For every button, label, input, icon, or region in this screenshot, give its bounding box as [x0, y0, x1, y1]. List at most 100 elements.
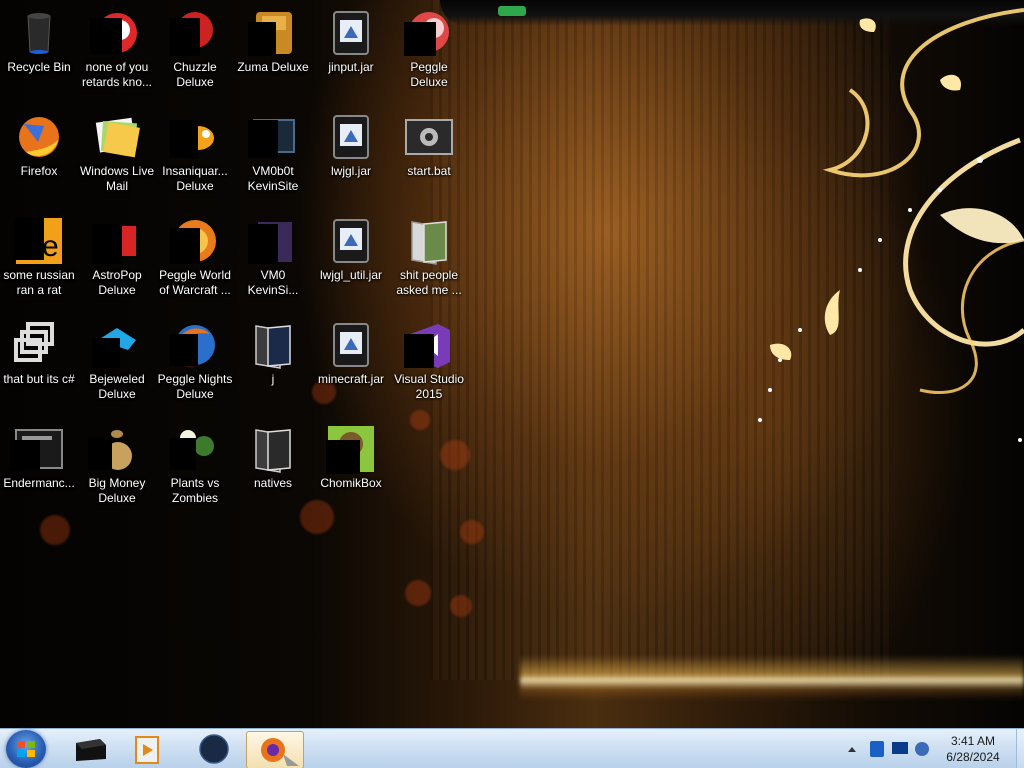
desktop-icon-peggle-world-of-warcraft[interactable]: Peggle World of Warcraft ...	[156, 210, 234, 314]
desktop-icon-zuma-deluxe[interactable]: Zuma Deluxe	[234, 2, 312, 106]
desktop-icon-peggle-nights-deluxe[interactable]: Peggle Nights Deluxe	[156, 314, 234, 418]
desktop-icon-none-of-you[interactable]: none of you retards kno...	[78, 2, 156, 106]
desktop-icon-astropop-deluxe[interactable]: AstroPop Deluxe	[78, 210, 156, 314]
java-jar-icon	[333, 323, 369, 367]
folder-icon	[255, 429, 291, 473]
redacted-block	[88, 438, 112, 470]
icon-label: Peggle World of Warcraft ...	[159, 268, 231, 297]
desktop-icon-chomikbox[interactable]: ChomikBox	[312, 418, 390, 522]
java-jar-icon	[333, 219, 369, 263]
icon-label: natives	[253, 476, 293, 490]
desktop-wallpaper: Recycle Bin Firefox e some russian ran a…	[0, 0, 1024, 728]
redacted-block	[248, 120, 278, 158]
icon-label: Bejeweled Deluxe	[89, 372, 145, 401]
redacted-block	[14, 218, 44, 260]
desktop-icon-jinput-jar[interactable]: jinput.jar	[312, 2, 390, 106]
taskbar-app-black-box[interactable]	[62, 731, 118, 767]
desktop-icon-plants-vs-zombies[interactable]: Plants vs Zombies	[156, 418, 234, 522]
windows-logo-icon	[17, 741, 35, 757]
redacted-block	[404, 334, 434, 368]
redacted-block	[248, 224, 278, 264]
wallpaper-glow-band	[520, 655, 1024, 700]
redacted-block	[170, 438, 196, 470]
icon-label: VM0b0t KevinSite	[247, 164, 299, 193]
icon-label: Firefox	[20, 164, 58, 178]
desktop-icon-chuzzle-deluxe[interactable]: Chuzzle Deluxe	[156, 2, 234, 106]
icon-label: minecraft.jar	[317, 372, 385, 386]
desktop-icon-minecraft-jar[interactable]: minecraft.jar	[312, 314, 390, 418]
folder-icon	[411, 221, 447, 265]
desktop-icon-windows-live-mail[interactable]: Windows Live Mail	[78, 106, 156, 210]
icon-label: ChomikBox	[320, 476, 382, 490]
icon-label: Plants vs Zombies	[170, 476, 220, 505]
desktop-icon-vm0-kevinsi[interactable]: VM0 KevinSi...	[234, 210, 312, 314]
icon-label: Big Money Deluxe	[88, 476, 146, 505]
clock-date: 6/28/2024	[946, 750, 1000, 764]
icon-label: jinput.jar	[328, 60, 374, 74]
windows-live-mail-icon	[95, 117, 140, 158]
desktop-icon-firefox[interactable]: Firefox	[0, 106, 78, 210]
stacked-windows-icon	[14, 322, 54, 362]
icon-label: j	[271, 372, 275, 386]
icon-label: some russian ran a rat	[3, 268, 75, 297]
icon-label: AstroPop Deluxe	[92, 268, 142, 297]
icon-label: lwjgl_util.jar	[319, 268, 383, 282]
show-desktop-button[interactable]	[1016, 729, 1024, 768]
bluetooth-icon[interactable]	[870, 741, 884, 757]
redacted-block	[170, 334, 198, 366]
bokeh-dot	[460, 520, 484, 544]
bokeh-dot	[450, 595, 472, 617]
desktop-icon-recycle-bin[interactable]: Recycle Bin	[0, 2, 78, 106]
icon-label: Windows Live Mail	[79, 164, 155, 193]
taskbar-app-globe[interactable]	[186, 731, 242, 767]
taskbar: 3:41 AM 6/28/2024	[0, 728, 1024, 768]
icon-label: Insaniquar... Deluxe	[162, 164, 228, 193]
black-box-icon	[76, 739, 106, 761]
desktop-icon-that-but-its-csharp[interactable]: that but its c#	[0, 314, 78, 418]
desktop-icon-big-money-deluxe[interactable]: Big Money Deluxe	[78, 418, 156, 522]
icon-label: start.bat	[407, 164, 451, 178]
desktop-icon-insaniquarium-deluxe[interactable]: Insaniquar... Deluxe	[156, 106, 234, 210]
redacted-block	[170, 228, 200, 264]
icon-label: lwjgl.jar	[330, 164, 371, 178]
monitor-icon[interactable]	[892, 742, 908, 754]
taskbar-app-media-player[interactable]	[120, 731, 176, 767]
desktop-icon-some-russian-ran-a-rat[interactable]: e some russian ran a rat	[0, 210, 78, 314]
icon-label: Peggle Nights Deluxe	[157, 372, 233, 401]
network-icon[interactable]	[915, 742, 929, 756]
desktop-icon-vm0b0t-kevinsite[interactable]: VM0b0t KevinSite	[234, 106, 312, 210]
icon-label: Chuzzle Deluxe	[173, 60, 217, 89]
desktop-icon-folder-j[interactable]: j	[234, 314, 312, 418]
desktop-icon-shit-people-asked-me[interactable]: shit people asked me ...	[390, 210, 468, 314]
desktop-icon-bejeweled-deluxe[interactable]: Bejeweled Deluxe	[78, 314, 156, 418]
redacted-block	[404, 22, 436, 56]
redacted-block	[170, 120, 198, 158]
firefox-icon	[19, 117, 59, 157]
desktop-icon-peggle-deluxe[interactable]: Peggle Deluxe	[390, 2, 468, 106]
desktop-icon-folder-natives[interactable]: natives	[234, 418, 312, 522]
icon-label: that but its c#	[3, 372, 75, 386]
icon-label: VM0 KevinSi...	[247, 268, 299, 297]
java-jar-icon	[333, 115, 369, 159]
batch-file-gear-icon	[405, 119, 453, 155]
icon-label: Zuma Deluxe	[237, 60, 309, 74]
system-tray	[848, 741, 929, 757]
desktop-icon-lwjgl-jar[interactable]: lwjgl.jar	[312, 106, 390, 210]
redacted-block	[92, 338, 120, 368]
desktop-icon-start-bat[interactable]: start.bat	[390, 106, 468, 210]
desktop-icon-lwjgl-util-jar[interactable]: lwjgl_util.jar	[312, 210, 390, 314]
icon-label: Peggle Deluxe	[410, 60, 448, 89]
bokeh-dot	[405, 580, 431, 606]
golden-swirl-decoration	[758, 8, 1024, 442]
redacted-block	[92, 224, 122, 264]
tray-expand-arrow-icon[interactable]	[848, 747, 856, 752]
taskbar-app-firefox[interactable]	[246, 731, 304, 768]
redacted-block	[10, 440, 40, 470]
desktop-icon-visual-studio-2015[interactable]: Visual Studio 2015	[390, 314, 468, 418]
icon-label: shit people asked me ...	[396, 268, 462, 297]
start-button[interactable]	[6, 730, 46, 768]
system-clock[interactable]: 3:41 AM 6/28/2024	[930, 733, 1016, 765]
icon-label: Endermanc...	[3, 476, 75, 490]
desktop-icon-endermanc[interactable]: Endermanc...	[0, 418, 78, 522]
redacted-block	[170, 18, 200, 56]
